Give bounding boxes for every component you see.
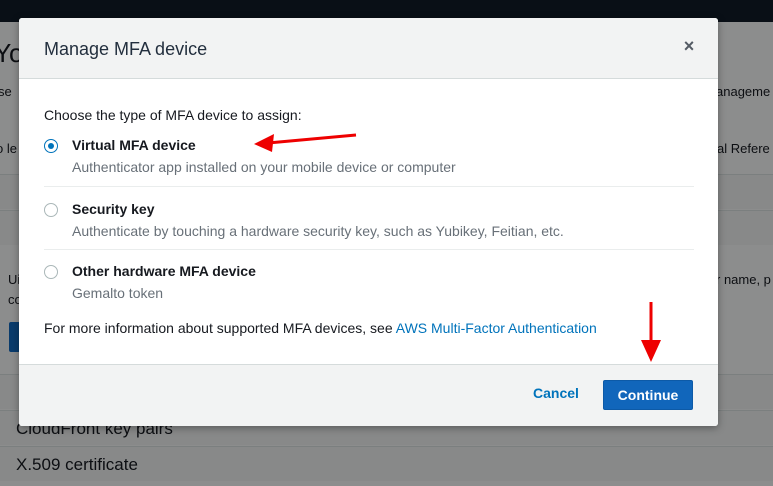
option-label: Virtual MFA device [72, 137, 196, 153]
cancel-button[interactable]: Cancel [533, 385, 579, 401]
option-divider [44, 186, 694, 187]
dialog-title: Manage MFA device [44, 39, 208, 59]
aws-mfa-link[interactable]: AWS Multi-Factor Authentication [396, 320, 597, 336]
other-hardware-mfa-radio[interactable] [44, 265, 58, 279]
annotation-arrow-icon [641, 302, 661, 362]
option-divider [44, 249, 694, 250]
virtual-mfa-radio[interactable] [44, 139, 58, 153]
option-security-key[interactable]: Security key Authenticate by touching a … [44, 201, 694, 261]
dialog-header: Manage MFA device × [19, 18, 718, 79]
manage-mfa-device-dialog: Manage MFA device × Choose the type of M… [19, 18, 718, 426]
security-key-radio[interactable] [44, 203, 58, 217]
option-label: Security key [72, 201, 155, 217]
device-type-prompt: Choose the type of MFA device to assign: [44, 107, 302, 123]
option-description: Gemalto token [72, 285, 164, 301]
annotation-arrow-icon [254, 133, 357, 152]
option-description: Authenticator app installed on your mobi… [72, 159, 456, 175]
option-virtual-mfa-device[interactable]: Virtual MFA device Authenticator app ins… [44, 137, 694, 197]
close-icon[interactable]: × [681, 37, 697, 55]
info-text: For more information about supported MFA… [44, 320, 396, 336]
mfa-info-text: For more information about supported MFA… [44, 320, 597, 336]
option-other-hardware-mfa-device[interactable]: Other hardware MFA device Gemalto token [44, 263, 694, 323]
option-description: Authenticate by touching a hardware secu… [72, 223, 564, 239]
dialog-footer: Cancel Continue [19, 364, 718, 426]
continue-button[interactable]: Continue [603, 380, 693, 410]
option-label: Other hardware MFA device [72, 263, 256, 279]
